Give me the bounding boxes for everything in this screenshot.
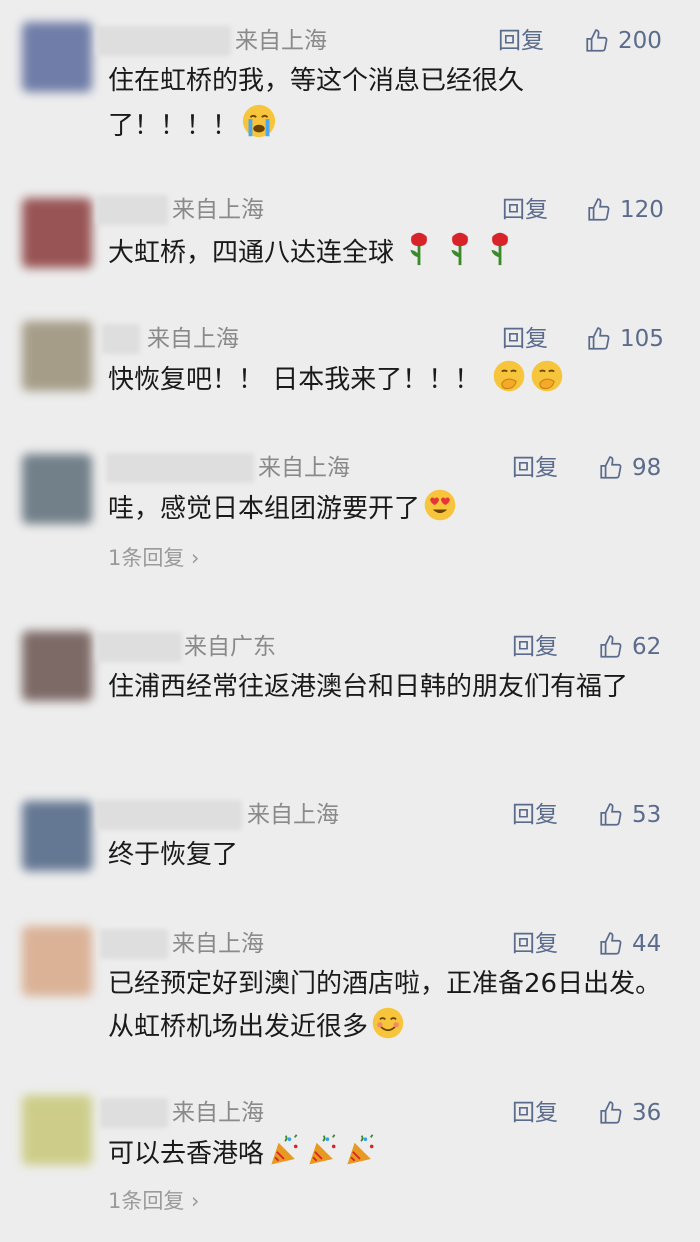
thumbs-up-icon (588, 327, 610, 350)
location-label: 来自上海 (172, 931, 264, 957)
like-count: 36 (632, 1100, 662, 1126)
reply-button[interactable]: 回复 (512, 1098, 558, 1128)
like-count: 98 (632, 455, 662, 481)
avatar[interactable] (22, 631, 92, 701)
like-button[interactable]: 105 (586, 324, 664, 354)
like-button[interactable]: 44 (598, 929, 661, 959)
avatar[interactable] (22, 198, 92, 268)
like-count: 120 (620, 197, 664, 223)
reply-button[interactable]: 回复 (512, 453, 558, 483)
thumbs-up-icon (600, 456, 622, 479)
like-count: 105 (620, 326, 664, 352)
comment-text: 可以去香港咯 (108, 1132, 668, 1181)
like-button[interactable]: 200 (584, 26, 662, 56)
avatar[interactable] (22, 1095, 92, 1165)
location-label: 来自广东 (184, 634, 276, 660)
username[interactable] (96, 800, 242, 830)
thumbs-up-icon (600, 1101, 622, 1124)
reply-button[interactable]: 回复 (512, 800, 558, 830)
view-replies-link[interactable]: 1条回复 › (108, 1186, 199, 1216)
username[interactable] (106, 453, 254, 483)
rose-icon (445, 229, 475, 280)
party-popper-icon (342, 1132, 378, 1181)
hand-over-mouth-icon (491, 358, 527, 407)
username[interactable] (100, 929, 168, 959)
reply-button[interactable]: 回复 (512, 929, 558, 959)
location-label: 来自上海 (258, 455, 350, 481)
reply-button[interactable]: 回复 (502, 195, 548, 225)
heart-eyes-icon (422, 487, 458, 536)
location-label: 来自上海 (247, 802, 339, 828)
like-button[interactable]: 98 (598, 453, 661, 483)
reply-button[interactable]: 回复 (498, 26, 544, 56)
party-popper-icon (304, 1132, 340, 1181)
like-count: 62 (632, 634, 662, 660)
avatar[interactable] (22, 454, 92, 524)
avatar[interactable] (22, 22, 92, 92)
thumbs-up-icon (600, 635, 622, 658)
hand-over-mouth-icon (529, 358, 565, 407)
comment-text: 住浦西经常往返港澳台和日韩的朋友们有福了 (108, 672, 629, 702)
username[interactable] (96, 632, 182, 662)
location-label: 来自上海 (172, 197, 264, 223)
crying-face-icon (240, 102, 278, 153)
thumbs-up-icon (600, 932, 622, 955)
reply-button[interactable]: 回复 (502, 324, 548, 354)
rose-icon (485, 229, 515, 280)
like-button[interactable]: 36 (598, 1098, 661, 1128)
avatar[interactable] (22, 321, 92, 391)
view-replies-link[interactable]: 1条回复 › (108, 543, 199, 573)
thumbs-up-icon (600, 803, 622, 826)
comment-text: 快恢复吧！！ 日本我来了！！！ (108, 358, 668, 407)
username[interactable] (100, 1098, 168, 1128)
thumbs-up-icon (588, 198, 610, 221)
comment-text: 哇，感觉日本组团游要开了 (108, 487, 668, 536)
location-label: 来自上海 (235, 28, 327, 54)
comment-text: 大虹桥，四通八达连全球 (108, 229, 668, 280)
thumbs-up-icon (586, 29, 608, 52)
username[interactable] (96, 195, 168, 225)
avatar[interactable] (22, 926, 92, 996)
like-button[interactable]: 120 (586, 195, 664, 225)
location-label: 来自上海 (172, 1100, 264, 1126)
avatar[interactable] (22, 801, 92, 871)
like-count: 200 (618, 28, 662, 54)
username[interactable] (102, 324, 140, 354)
party-popper-icon (266, 1132, 302, 1181)
like-button[interactable]: 53 (598, 800, 661, 830)
like-button[interactable]: 62 (598, 632, 661, 662)
comment-text: 已经预定好到澳门的酒店啦，正准备26日出发。从虹桥机场出发近很多 (108, 963, 668, 1054)
like-count: 53 (632, 802, 662, 828)
comment-text: 住在虹桥的我，等这个消息已经很久了！！！！ (108, 60, 608, 153)
smiling-face-icon (370, 1005, 406, 1054)
like-count: 44 (632, 931, 662, 957)
location-label: 来自上海 (147, 326, 239, 352)
reply-button[interactable]: 回复 (512, 632, 558, 662)
rose-icon (404, 229, 434, 280)
username[interactable] (96, 26, 231, 56)
comment-text: 终于恢复了 (108, 840, 239, 870)
